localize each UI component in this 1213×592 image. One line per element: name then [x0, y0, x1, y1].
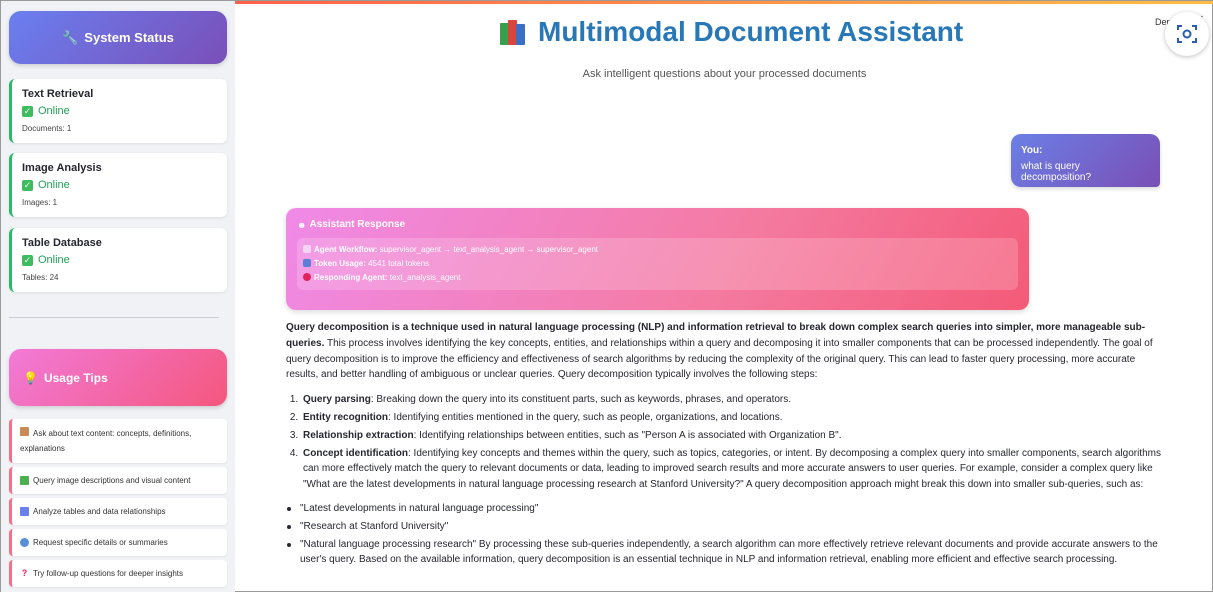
system-status-header: 🔧 System Status	[9, 11, 227, 64]
list-item: Query parsing: Breaking down the query i…	[301, 392, 1162, 408]
service-status: ✓ Online	[22, 254, 217, 266]
agent-workflow-label: Agent Workflow:	[314, 245, 378, 254]
lightbulb-icon: 💡	[23, 370, 38, 385]
service-meta: Tables: 24	[22, 273, 59, 282]
page-title-text: Multimodal Document Assistant	[538, 16, 964, 47]
service-meta: Images: 1	[22, 198, 58, 207]
responding-agent-value: text_analysis_agent	[389, 273, 461, 282]
check-icon: ✓	[22, 254, 33, 266]
service-meta: Documents: 1	[22, 124, 72, 133]
tip-item: ? Try follow-up questions for deeper ins…	[9, 560, 227, 587]
sidebar: 🔧 System Status Text Retrieval ✓ Online …	[1, 1, 235, 592]
list-item: Concept identification: Identifying key …	[301, 446, 1162, 493]
status-label: Online	[38, 254, 70, 266]
sidebar-divider	[9, 317, 219, 318]
list-item: "Research at Stanford University"	[286, 519, 1162, 535]
list-item: Entity recognition: Identifying entities…	[301, 410, 1162, 426]
assistant-title: Assistant Response	[309, 219, 406, 230]
wrench-icon: 🔧	[62, 29, 79, 45]
responding-agent-label: Responding Agent:	[314, 273, 388, 282]
tip-item: Ask about text content: concepts, defini…	[9, 419, 227, 463]
user-label: You:	[1021, 145, 1043, 156]
system-status-title: System Status	[84, 30, 174, 45]
service-card-image-analysis: Image Analysis ✓ Online Images: 1	[9, 153, 227, 217]
books-icon	[500, 19, 528, 45]
token-usage-label: Token Usage:	[314, 259, 366, 268]
assistant-response-card: ☻ Assistant Response Agent Workflow: sup…	[286, 208, 1029, 310]
user-message-bubble: You: what is query decomposition?	[1011, 134, 1160, 187]
list-item: "Latest developments in natural language…	[286, 501, 1162, 517]
magnifier-icon	[20, 538, 29, 547]
answer-intro: Query decomposition is a technique used …	[286, 320, 1162, 383]
camera-scan-icon	[1177, 25, 1197, 43]
responding-agent-row: Responding Agent: text_analysis_agent	[303, 271, 1012, 285]
response-metadata: Agent Workflow: supervisor_agent → text_…	[297, 238, 1018, 290]
tip-text: Try follow-up questions for deeper insig…	[33, 569, 183, 578]
service-card-table-database: Table Database ✓ Online Tables: 24	[9, 228, 227, 292]
robot-icon: ☻	[297, 219, 307, 230]
status-label: Online	[38, 179, 70, 191]
tip-text: Request specific details or summaries	[33, 538, 168, 547]
service-name: Text Retrieval	[22, 88, 94, 100]
service-status: ✓ Online	[22, 179, 217, 191]
service-card-text-retrieval: Text Retrieval ✓ Online Documents: 1	[9, 79, 227, 143]
assistant-answer: Query decomposition is a technique used …	[286, 320, 1162, 570]
check-icon: ✓	[22, 105, 33, 117]
main-content: Multimodal Document Assistant Ask intell…	[235, 1, 1213, 592]
memo-icon	[20, 427, 29, 436]
page-subtitle: Ask intelligent questions about your pro…	[582, 68, 867, 80]
user-message: what is query decomposition?	[1021, 161, 1092, 183]
question-icon: ?	[21, 568, 28, 578]
service-status: ✓ Online	[22, 105, 217, 117]
service-name: Table Database	[22, 237, 102, 249]
bar-chart-icon	[20, 507, 29, 516]
tip-item: Query image descriptions and visual cont…	[9, 467, 227, 494]
tip-text: Ask about text content: concepts, defini…	[20, 429, 192, 453]
check-icon: ✓	[22, 179, 33, 191]
status-label: Online	[38, 105, 70, 117]
steps-list: Query parsing: Breaking down the query i…	[301, 392, 1162, 493]
target-icon	[303, 273, 311, 281]
image-icon	[20, 476, 29, 485]
agent-workflow-row: Agent Workflow: supervisor_agent → text_…	[303, 243, 1012, 257]
assistant-response-header: ☻ Assistant Response	[297, 219, 405, 230]
list-item: "Natural language processing research" B…	[286, 537, 1162, 569]
bar-chart-icon	[303, 259, 311, 267]
screenshot-button[interactable]	[1165, 12, 1209, 56]
list-item: Relationship extraction: Identifying rel…	[301, 428, 1162, 444]
service-name: Image Analysis	[22, 162, 102, 174]
tip-text: Query image descriptions and visual cont…	[33, 476, 191, 485]
tip-item: Analyze tables and data relationships	[9, 498, 227, 525]
usage-tips-title: Usage Tips	[43, 370, 108, 385]
tip-text: Analyze tables and data relationships	[33, 507, 166, 516]
answer-intro-text: This process involves identifying the ke…	[286, 337, 1153, 381]
agent-workflow-value: supervisor_agent → text_analysis_agent →…	[379, 245, 598, 254]
wrench-icon	[303, 245, 311, 253]
usage-tips-header: 💡 Usage Tips	[9, 349, 227, 406]
page-title: Multimodal Document Assistant	[500, 16, 963, 48]
tip-item: Request specific details or summaries	[9, 529, 227, 556]
subquery-list: "Latest developments in natural language…	[286, 501, 1162, 568]
token-usage-row: Token Usage: 4541 total tokens	[303, 257, 1012, 271]
token-usage-value: 4541 total tokens	[368, 259, 430, 268]
